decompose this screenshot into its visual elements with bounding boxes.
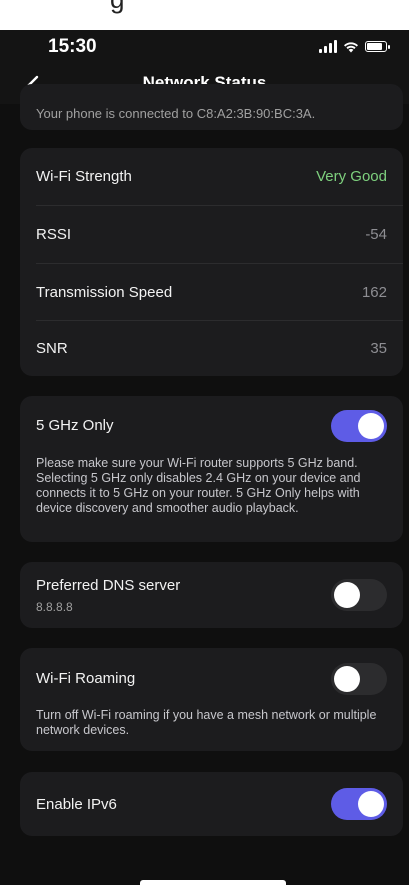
transmission-speed-label: Transmission Speed <box>36 284 173 301</box>
wifi-icon <box>344 41 358 52</box>
ipv6-toggle[interactable] <box>331 788 387 820</box>
dns-value: 8.8.8.8 <box>36 600 73 614</box>
network-status-screen: g 15:30 Network Status Your phone is con… <box>0 0 409 885</box>
wifi-stats-card: Wi-Fi Strength Very Good RSSI -54 Transm… <box>20 148 403 376</box>
status-icons <box>319 40 390 53</box>
rssi-value: -54 <box>365 226 387 243</box>
toggle-knob <box>334 666 360 692</box>
wifi-roaming-title: Wi-Fi Roaming <box>36 670 136 687</box>
snr-value: 35 <box>370 340 387 357</box>
five-ghz-title: 5 GHz Only <box>36 417 114 434</box>
wifi-strength-value: Very Good <box>316 168 387 185</box>
cellular-signal-icon <box>319 40 337 53</box>
connection-card: Your phone is connected to C8:A2:3B:90:B… <box>20 84 403 130</box>
dns-toggle[interactable] <box>331 579 387 611</box>
toggle-knob <box>334 582 360 608</box>
five-ghz-card: 5 GHz Only Please make sure your Wi-Fi r… <box>20 396 403 542</box>
connection-text: Your phone is connected to C8:A2:3B:90:B… <box>36 106 316 121</box>
ipv6-title: Enable IPv6 <box>36 796 117 813</box>
snr-label: SNR <box>36 340 68 357</box>
transmission-speed-value: 162 <box>361 284 387 301</box>
wifi-strength-row: Wi-Fi Strength Very Good <box>36 148 387 205</box>
wifi-strength-label: Wi-Fi Strength <box>36 168 132 185</box>
dns-card: Preferred DNS server 8.8.8.8 <box>20 562 403 628</box>
status-bar: 15:30 <box>0 30 409 68</box>
wifi-roaming-description: Turn off Wi-Fi roaming if you have a mes… <box>36 708 377 737</box>
transmission-speed-row: Transmission Speed 162 <box>36 264 387 321</box>
battery-icon <box>365 41 390 52</box>
wifi-roaming-card: Wi-Fi Roaming Turn off Wi-Fi roaming if … <box>20 648 403 751</box>
rssi-label: RSSI <box>36 226 72 243</box>
dns-title: Preferred DNS server <box>36 577 181 594</box>
snr-row: SNR 35 <box>36 320 387 377</box>
five-ghz-description: Please make sure your Wi-Fi router suppo… <box>36 456 361 515</box>
clipped-top-text: g <box>110 0 124 15</box>
wifi-roaming-toggle[interactable] <box>331 663 387 695</box>
toggle-knob <box>358 413 384 439</box>
scroll-content[interactable]: Your phone is connected to C8:A2:3B:90:B… <box>0 84 409 885</box>
clipped-top-area: g <box>0 0 409 30</box>
home-indicator <box>140 880 286 885</box>
toggle-knob <box>358 791 384 817</box>
five-ghz-toggle[interactable] <box>331 410 387 442</box>
ipv6-card: Enable IPv6 <box>20 772 403 836</box>
status-time: 15:30 <box>48 36 97 57</box>
rssi-row: RSSI -54 <box>36 206 387 263</box>
